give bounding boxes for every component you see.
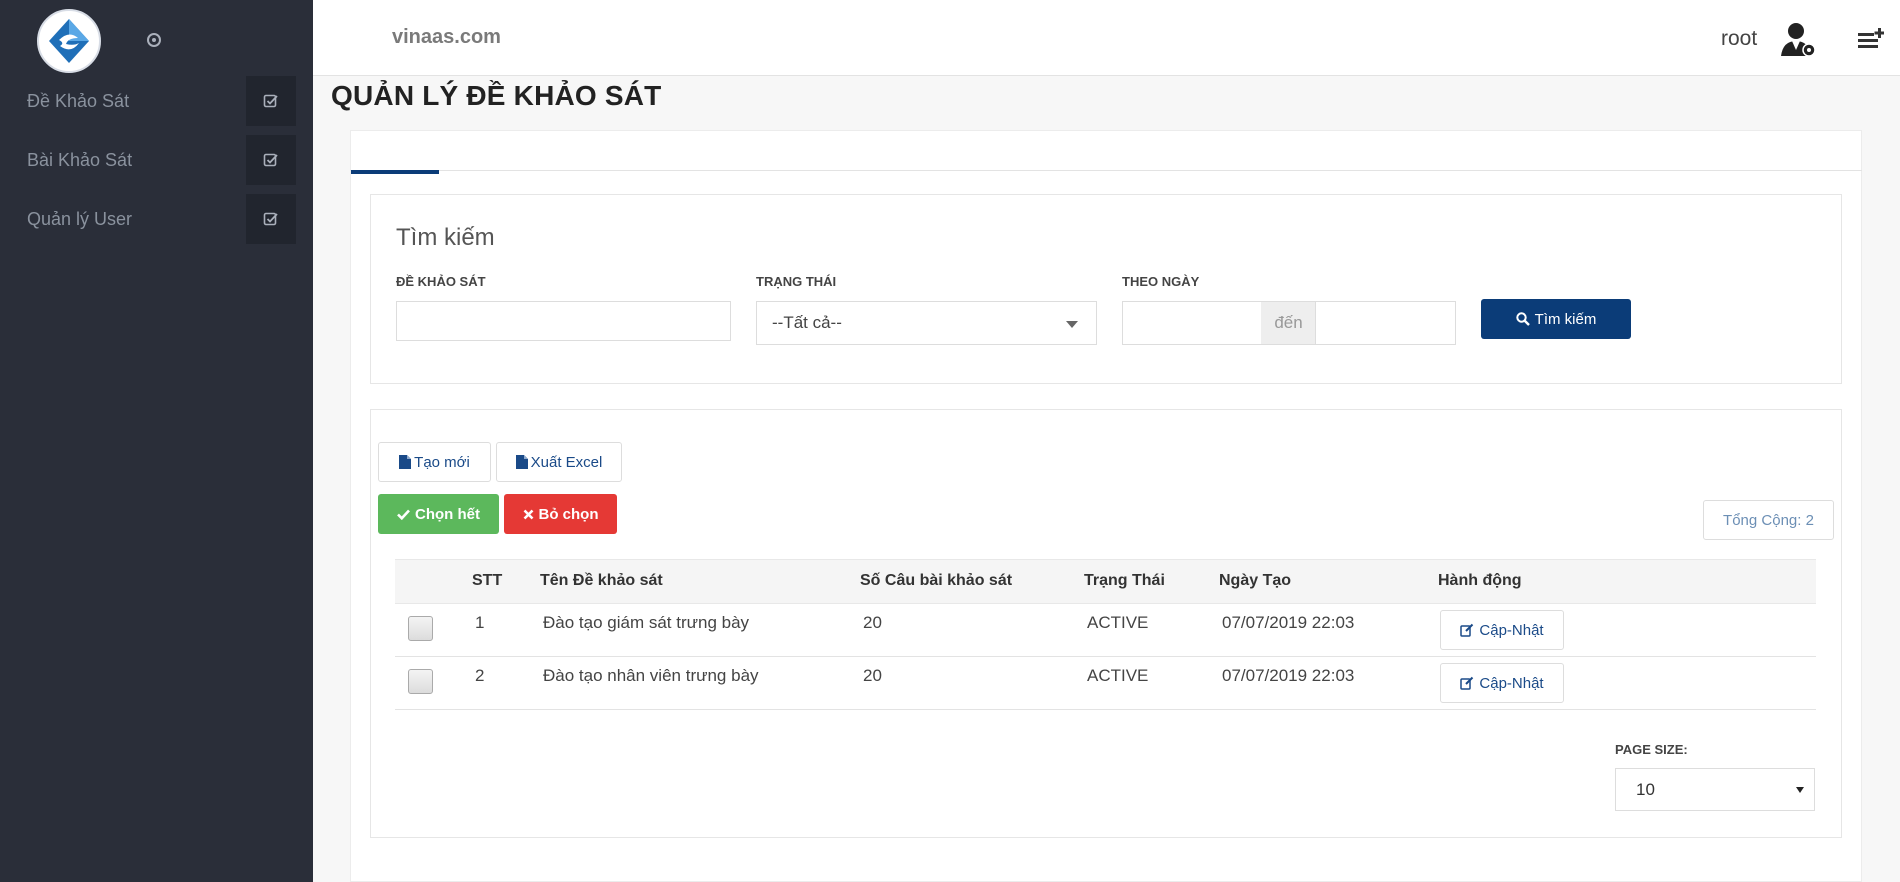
top-bar: vinaas.com root: [313, 0, 1900, 76]
logo-icon: [49, 19, 89, 63]
row-checkbox[interactable]: [408, 616, 433, 641]
label-theo-ngay: THEO NGÀY: [1122, 274, 1200, 289]
check-square-icon: [246, 135, 296, 185]
date-separator: đến: [1261, 301, 1316, 345]
check-square-icon: [246, 194, 296, 244]
cell-status: ACTIVE: [1087, 666, 1149, 685]
select-all-button[interactable]: Chọn hết: [378, 494, 499, 534]
sidebar-item-quan-ly-user[interactable]: Quản lý User: [0, 194, 296, 244]
export-excel-button-label: Xuất Excel: [530, 453, 603, 471]
date-to-input[interactable]: [1315, 301, 1456, 345]
file-icon: [399, 455, 412, 469]
sidebar-item-de-khao-sat[interactable]: Đề Khảo Sát: [0, 76, 296, 126]
logo[interactable]: [37, 9, 101, 73]
cell-count: 20: [863, 666, 882, 685]
list-add-icon[interactable]: [1858, 28, 1884, 50]
date-from-input[interactable]: [1122, 301, 1262, 345]
search-title: Tìm kiếm: [396, 224, 495, 251]
label-de-khao-sat: ĐỀ KHẢO SÁT: [396, 274, 486, 289]
sidebar-item-label: Đề Khảo Sát: [27, 90, 130, 111]
col-header-date: Ngày Tạo: [1219, 572, 1292, 589]
label-trang-thai: TRẠNG THÁI: [756, 274, 837, 289]
deselect-button-label: Bỏ chọn: [538, 505, 599, 523]
cell-date: 07/07/2019 22:03: [1222, 666, 1355, 685]
search-button[interactable]: Tìm kiếm: [1481, 299, 1631, 339]
de-khao-sat-input[interactable]: [396, 301, 731, 341]
cell-count: 20: [863, 613, 882, 632]
page-title: QUẢN LÝ ĐỀ KHẢO SÁT: [331, 80, 662, 111]
close-icon: [523, 509, 533, 519]
sidebar-item-label: Quản lý User: [27, 208, 133, 229]
cell-date: 07/07/2019 22:03: [1222, 613, 1355, 632]
cell-name: Đào tạo giám sát trưng bày: [543, 613, 750, 632]
select-all-button-label: Chọn hết: [415, 505, 480, 523]
create-button[interactable]: Tạo mới: [378, 442, 491, 482]
check-icon: [397, 509, 410, 520]
update-button-label: Cập-Nhật: [1479, 621, 1544, 639]
search-icon: [1515, 312, 1530, 326]
update-button[interactable]: Cập-Nhật: [1440, 610, 1564, 650]
cell-name: Đào tạo nhân viên trưng bày: [543, 666, 759, 685]
col-header-name: Tên Đề khảo sát: [540, 572, 663, 589]
page-size-select[interactable]: 10: [1615, 768, 1815, 811]
edit-icon: [1460, 676, 1474, 690]
page-size-value: 10: [1636, 779, 1655, 799]
sidebar: Đề Khảo Sát Bài Khảo Sát Quản lý User: [0, 0, 313, 882]
col-header-action: Hành động: [1438, 572, 1522, 589]
user-account-icon[interactable]: [1779, 20, 1817, 58]
caret-down-icon: [1796, 787, 1804, 793]
tab-divider: [350, 170, 1862, 171]
col-header-status: Trạng Thái: [1084, 572, 1165, 589]
total-count: Tổng Cộng: 2: [1703, 500, 1834, 540]
tab-active-indicator[interactable]: [351, 170, 439, 174]
site-domain[interactable]: vinaas.com: [392, 26, 501, 49]
row-checkbox[interactable]: [408, 669, 433, 694]
search-button-label: Tìm kiếm: [1534, 310, 1597, 328]
sidebar-item-label: Bài Khảo Sát: [27, 149, 133, 170]
col-header-stt: STT: [472, 572, 503, 589]
create-button-label: Tạo mới: [414, 453, 470, 471]
status-select-value: --Tất cả--: [772, 313, 842, 332]
caret-down-icon: [1066, 321, 1078, 328]
cell-status: ACTIVE: [1087, 613, 1149, 632]
cell-stt: 1: [475, 613, 485, 632]
deselect-button[interactable]: Bỏ chọn: [504, 494, 617, 534]
page-size-label: PAGE SIZE:: [1615, 742, 1688, 757]
cell-stt: 2: [475, 666, 485, 685]
col-header-count: Số Câu bài khảo sát: [860, 572, 1013, 589]
export-excel-button[interactable]: Xuất Excel: [496, 442, 622, 482]
check-square-icon: [246, 76, 296, 126]
sidebar-item-bai-khao-sat[interactable]: Bài Khảo Sát: [0, 135, 296, 185]
sidebar-toggle-icon[interactable]: [147, 33, 161, 47]
file-icon: [515, 455, 528, 469]
username[interactable]: root: [1721, 27, 1757, 51]
update-button-label: Cập-Nhật: [1479, 674, 1544, 692]
update-button[interactable]: Cập-Nhật: [1440, 663, 1564, 703]
edit-icon: [1460, 623, 1474, 637]
status-select[interactable]: --Tất cả--: [756, 301, 1097, 345]
search-section: [370, 194, 1842, 384]
